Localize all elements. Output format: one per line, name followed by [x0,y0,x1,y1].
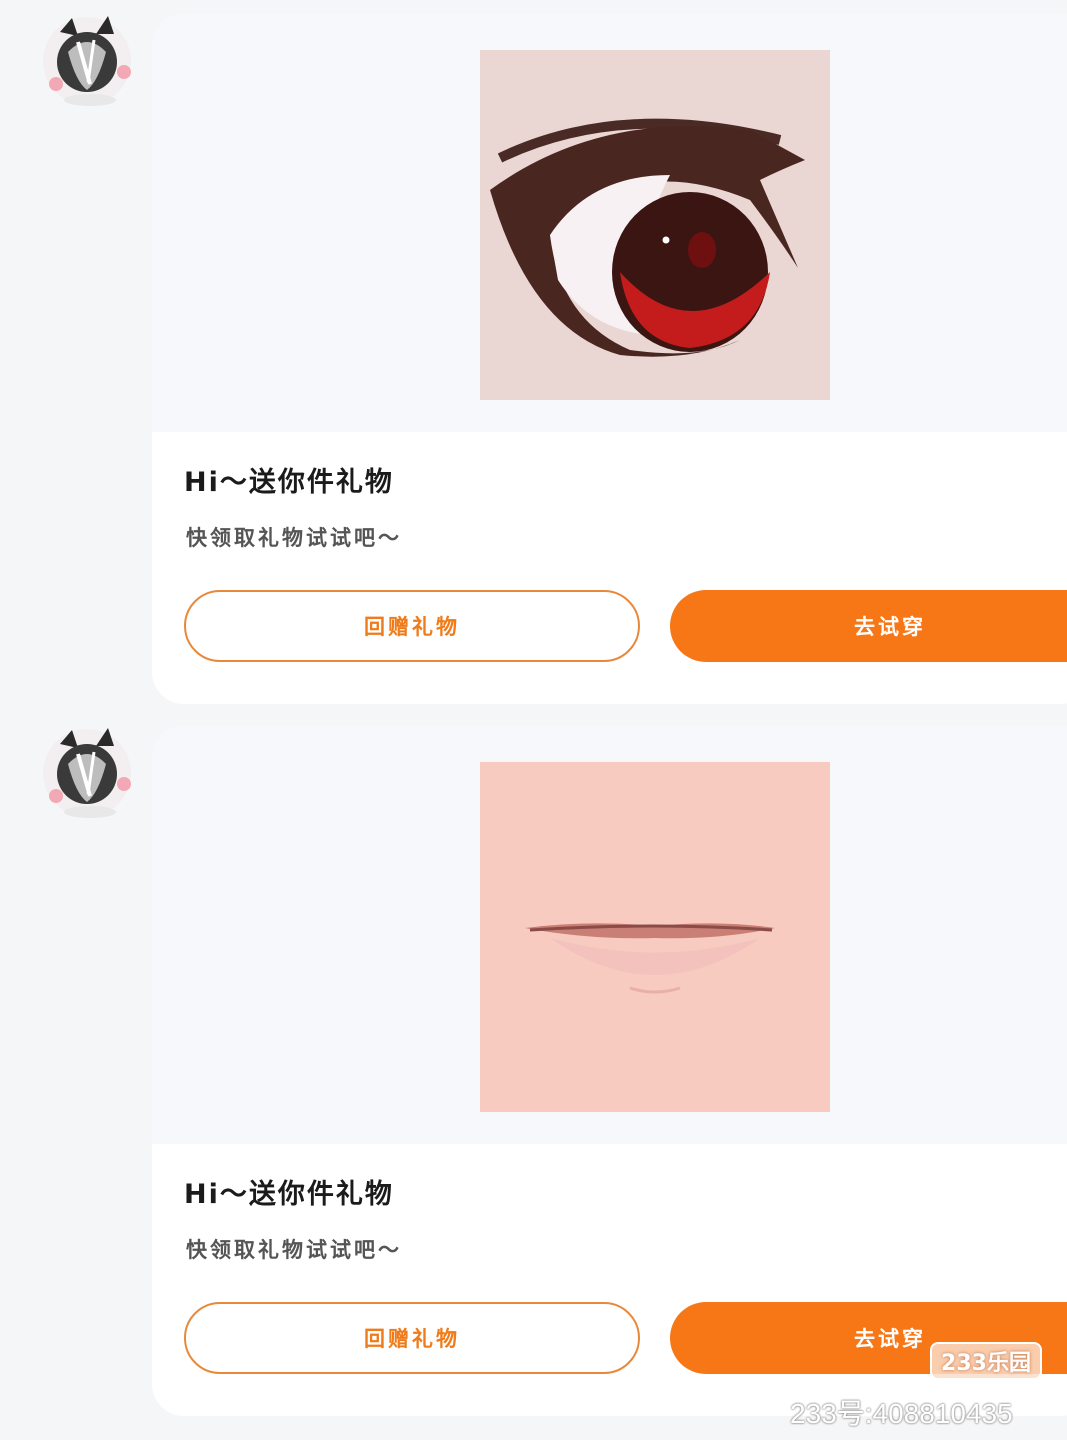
gift-title: Hi～送你件礼物 [184,1179,394,1210]
avatar[interactable] [38,12,136,110]
watermark-id: 233号:408810435 [790,1398,1013,1429]
gift-preview-area [152,14,1067,432]
chat-page: Hi～送你件礼物 快领取礼物试试吧～ 回赠礼物 去试穿 Hi～送你件礼物 快领取… [0,0,1067,1440]
return-gift-button[interactable]: 回赠礼物 [184,590,640,662]
gift-preview-area [152,726,1067,1144]
eye-gift-image[interactable] [480,50,830,400]
mouth-gift-image[interactable] [480,762,830,1112]
return-gift-button[interactable]: 回赠礼物 [184,1302,640,1374]
watermark-logo: 233乐园 [930,1342,1042,1380]
try-on-button[interactable]: 去试穿 [670,590,1067,662]
gift-card: Hi～送你件礼物 快领取礼物试试吧～ 回赠礼物 去试穿 [152,14,1067,704]
gift-subtitle: 快领取礼物试试吧～ [186,1238,402,1262]
gift-subtitle: 快领取礼物试试吧～ [186,526,402,550]
gift-card: Hi～送你件礼物 快领取礼物试试吧～ 回赠礼物 去试穿 [152,726,1067,1416]
avatar[interactable] [38,724,136,822]
gift-title: Hi～送你件礼物 [184,467,394,498]
